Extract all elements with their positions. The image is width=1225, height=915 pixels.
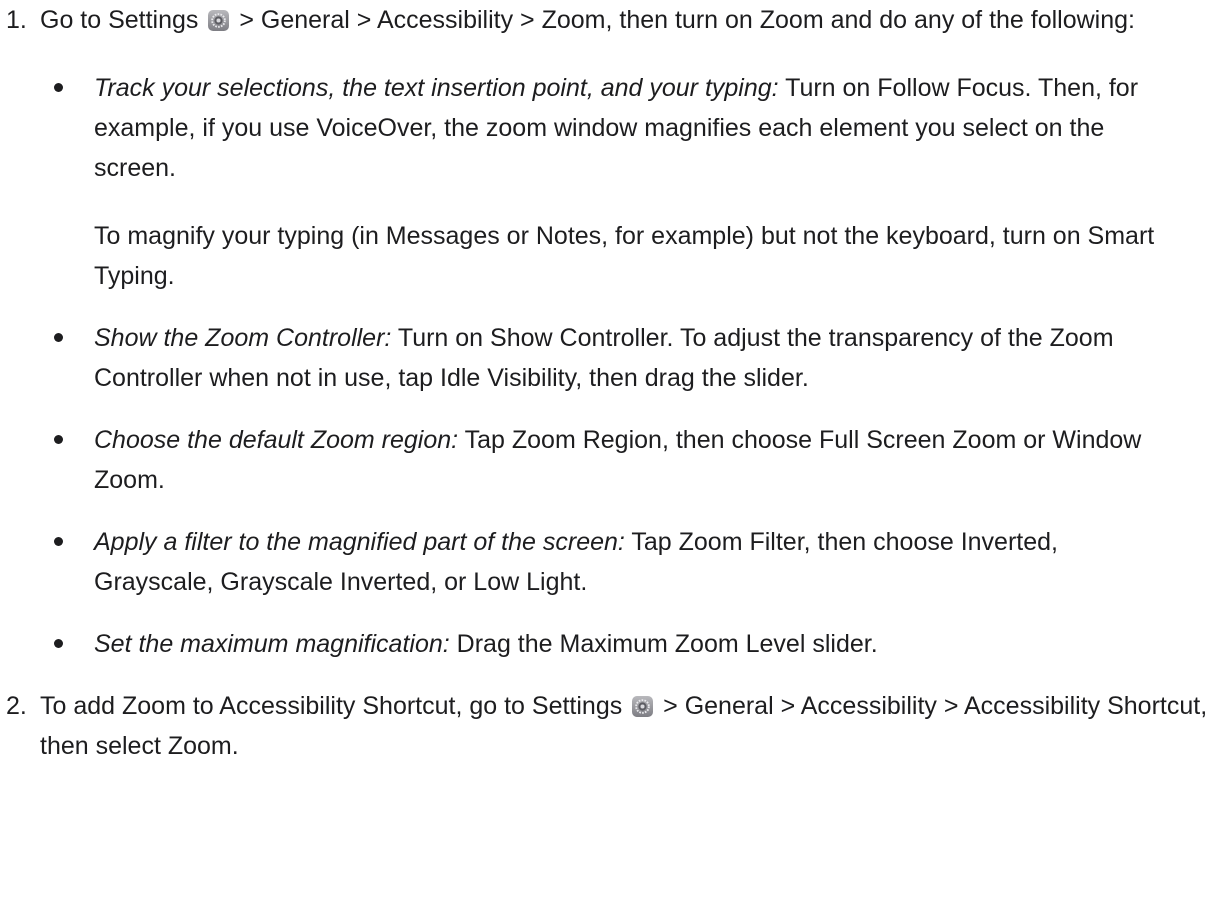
- bullet-dot: [54, 537, 63, 546]
- bullet-dot: [54, 333, 63, 342]
- step-2-text: To add Zoom to Accessibility Shortcut, g…: [40, 686, 1220, 766]
- list-item: Track your selections, the text insertio…: [40, 68, 1175, 296]
- list-item: Apply a filter to the magnified part of …: [40, 522, 1175, 602]
- step-2: 2. To add Zoom to Accessibility Shortcut…: [0, 686, 1225, 766]
- step-text-before-icon: Go to Settings: [40, 6, 199, 34]
- step-text-after-icon: > General > Accessibility > Zoom, then t…: [239, 6, 1135, 34]
- option-lead: Show the Zoom Controller:: [94, 324, 392, 352]
- settings-gear-icon: [208, 10, 230, 31]
- option-lead: Track your selections, the text insertio…: [94, 74, 779, 102]
- bullet-dot: [54, 83, 63, 92]
- bullet-dot: [54, 639, 63, 648]
- option-lead: Choose the default Zoom region:: [94, 426, 459, 454]
- settings-gear-icon: [632, 696, 654, 717]
- bullet-dot: [54, 435, 63, 444]
- option-extra: To magnify your typing (in Messages or N…: [94, 222, 1155, 290]
- option-lead: Apply a filter to the magnified part of …: [94, 528, 625, 556]
- document: 1. Go to Settings > General > Accessibil…: [0, 0, 1225, 915]
- list-item: Choose the default Zoom region: Tap Zoom…: [40, 420, 1175, 500]
- option-list: Track your selections, the text insertio…: [40, 68, 1225, 664]
- step-text-before-icon: To add Zoom to Accessibility Shortcut, g…: [40, 692, 623, 720]
- list-item: Set the maximum magnification: Drag the …: [40, 624, 1175, 664]
- step-1: 1. Go to Settings > General > Accessibil…: [0, 0, 1225, 664]
- list-item: Show the Zoom Controller: Turn on Show C…: [40, 318, 1175, 398]
- option-text: Drag the Maximum Zoom Level slider.: [456, 630, 878, 658]
- option-lead: Set the maximum magnification:: [94, 630, 450, 658]
- step-number: 2.: [6, 692, 27, 720]
- step-1-text: Go to Settings > General > Accessibility…: [40, 0, 1220, 40]
- step-number: 1.: [6, 6, 27, 34]
